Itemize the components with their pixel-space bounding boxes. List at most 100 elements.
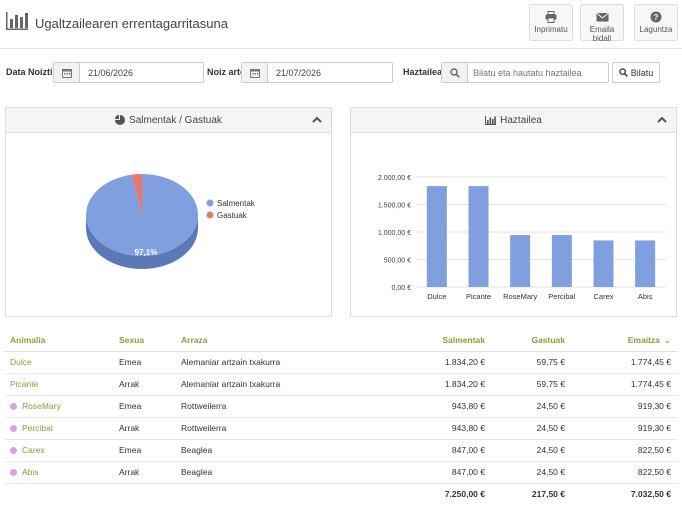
- animal-name-cell[interactable]: Dulce: [5, 351, 119, 374]
- animal-name-cell[interactable]: Percibal: [5, 417, 119, 440]
- sex-cell: Arrak: [119, 461, 181, 484]
- sales-cell: 847,00 €: [381, 461, 491, 484]
- result-cell: 822,50 €: [571, 439, 677, 462]
- print-button[interactable]: Inprimatu: [529, 4, 573, 41]
- column-header-result-label: Emaitza: [627, 334, 660, 345]
- animal-name[interactable]: Carex: [22, 445, 45, 455]
- table-row[interactable]: Carex Emea Beaglea 847,00 €24,50 €822,50 €: [5, 439, 677, 462]
- x-tick-label: Dulce: [427, 292, 446, 301]
- breeder-panel: Haztailea 0,00 € 500,00 € 1.000,00 € 1.500,…: [350, 107, 677, 317]
- column-header-animal[interactable]: Animalia: [5, 330, 119, 352]
- help-button-label: Laguntza: [639, 25, 673, 34]
- date-to-field[interactable]: 21/07/2026: [241, 62, 393, 83]
- breed-cell: Beaglea: [181, 461, 381, 484]
- sales-costs-panel-title-text: Salmentak / Gastuak: [129, 115, 222, 126]
- animal-name[interactable]: Abis: [22, 467, 39, 477]
- legend-swatch-gastuak: [206, 211, 214, 219]
- date-from-value: 21/06/2026: [88, 68, 134, 78]
- pie-chart-icon: [115, 115, 126, 125]
- costs-cell: 24,50 €: [491, 461, 571, 484]
- result-cell: 919,30 €: [571, 395, 677, 418]
- animal-name[interactable]: RoseMary: [22, 401, 61, 411]
- sex-cell: Emea: [119, 439, 181, 462]
- calendar-icon[interactable]: [242, 63, 268, 82]
- animal-name[interactable]: Picante: [10, 379, 38, 389]
- bar-dulce[interactable]: [426, 186, 447, 287]
- sort-down-icon[interactable]: ⌄: [664, 335, 671, 346]
- search-button[interactable]: Bilatu: [612, 62, 660, 83]
- column-header-breed[interactable]: Arraza: [181, 330, 381, 352]
- calendar-icon[interactable]: [54, 63, 80, 82]
- bar-carex[interactable]: [593, 240, 614, 287]
- breeder-search-field[interactable]: [441, 62, 609, 83]
- table-row[interactable]: Percibal Arrak Rottweilerra 943,80 €24,50 €…: [5, 417, 677, 440]
- page-title: Ugaltzailearen errentagarritasuna: [35, 16, 228, 31]
- breed-cell: Alemaniar artzain txakurra: [181, 351, 381, 374]
- breeder-label: Haztailea:: [403, 67, 446, 77]
- bar-rosemary[interactable]: [510, 235, 531, 287]
- sales-cell: 1.834,20 €: [381, 373, 491, 396]
- bar-picante[interactable]: [468, 186, 489, 287]
- bar-abis[interactable]: [635, 240, 656, 287]
- animal-name[interactable]: Dulce: [10, 357, 32, 367]
- sex-cell: Arrak: [119, 373, 181, 396]
- sales-costs-panel-title: Salmentak / Gastuak: [6, 115, 331, 126]
- column-header-result[interactable]: Emaitza ⌄: [571, 330, 677, 352]
- x-tick-label: RoseMary: [503, 292, 537, 301]
- legend-label-salmentak: Salmentak: [217, 199, 256, 208]
- date-from-label: Data Noiztik: [6, 67, 58, 77]
- animal-name[interactable]: Percibal: [22, 423, 53, 433]
- total-costs: 217,50 €: [531, 489, 565, 500]
- breeder-search-input[interactable]: [473, 65, 607, 80]
- chevron-up-icon[interactable]: [656, 114, 668, 126]
- column-header-costs[interactable]: Gastuak: [491, 330, 571, 352]
- y-tick-label: 2.000,00 €: [378, 175, 411, 182]
- x-tick-label: Abis: [638, 292, 653, 301]
- sales-cell: 1.834,20 €: [381, 351, 491, 374]
- y-tick-label: 500,00 €: [384, 258, 411, 265]
- sales-cell: 943,80 €: [381, 395, 491, 418]
- send-email-button[interactable]: Emaila bidali: [580, 4, 624, 43]
- help-icon: ?: [650, 11, 662, 23]
- costs-cell: 59,75 €: [491, 373, 571, 396]
- chevron-up-icon[interactable]: [311, 114, 323, 126]
- costs-cell: 24,50 €: [491, 439, 571, 462]
- status-dot-icon: [10, 403, 17, 410]
- sex-cell: Emea: [119, 351, 181, 374]
- result-cell: 822,50 €: [571, 461, 677, 484]
- bar-percibal[interactable]: [551, 235, 572, 287]
- search-button-label: Bilatu: [630, 67, 654, 78]
- animal-name-cell[interactable]: Picante: [5, 373, 119, 396]
- search-icon: [442, 63, 468, 82]
- date-to-label: Noiz arte: [207, 67, 246, 77]
- column-header-sex[interactable]: Sexua: [119, 330, 181, 352]
- animal-name-cell[interactable]: Carex: [5, 439, 119, 462]
- table-header-row: Animalia Sexua Arraza Salmentak Gastuak …: [5, 330, 677, 352]
- result-cell: 919,30 €: [571, 417, 677, 440]
- help-button[interactable]: ? Laguntza: [634, 4, 678, 41]
- animal-name-cell[interactable]: Abis: [5, 461, 119, 484]
- table-row[interactable]: Picante Arrak Alemaniar artzain txakurra 1.…: [5, 373, 677, 396]
- total-result: 7.032,50 €: [630, 489, 671, 500]
- column-header-sales[interactable]: Salmentak: [381, 330, 491, 352]
- status-dot-icon: [10, 469, 17, 476]
- status-dot-icon: [10, 425, 17, 432]
- animal-name-cell[interactable]: RoseMary: [5, 395, 119, 418]
- breed-cell: Rottweilerra: [181, 417, 381, 440]
- breed-cell: Beaglea: [181, 439, 381, 462]
- costs-cell: 59,75 €: [491, 351, 571, 374]
- table-row[interactable]: Dulce Emea Alemaniar artzain txakurra 1.834…: [5, 351, 677, 374]
- empty-cell: [5, 483, 119, 505]
- costs-cell: 24,50 €: [491, 417, 571, 440]
- table-row[interactable]: RoseMary Emea Rottweilerra 943,80 €24,50 €9…: [5, 395, 677, 418]
- date-from-field[interactable]: 21/06/2026: [53, 62, 204, 83]
- breeder-panel-title: Haztailea: [351, 115, 676, 126]
- bar-chart-logo-icon: [6, 12, 28, 30]
- table-row[interactable]: Abis Arrak Beaglea 847,00 €24,50 €822,50 €: [5, 461, 677, 484]
- y-tick-label: 0,00 €: [392, 285, 412, 292]
- envelope-icon: [595, 12, 609, 22]
- result-cell: 1.774,45 €: [571, 373, 677, 396]
- x-tick-label: Percibal: [548, 292, 575, 301]
- breeder-panel-title-text: Haztailea: [500, 115, 542, 126]
- legend-label-gastuak: Gastuak: [217, 211, 248, 220]
